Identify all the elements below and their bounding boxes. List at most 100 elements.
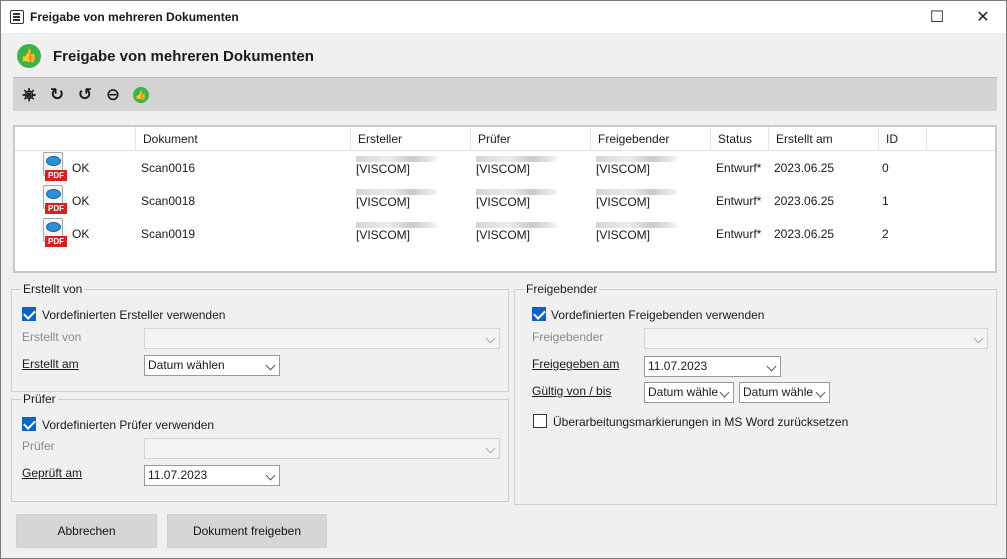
chevron-down-icon	[265, 470, 276, 481]
redacted-name	[356, 189, 436, 195]
row-id: 0	[882, 161, 889, 175]
gueltig-von-datepicker[interactable]: Datum wähle	[644, 382, 734, 403]
approve-icon[interactable]: 👍	[129, 83, 153, 107]
row-freigebender: [VISCOM]	[596, 153, 676, 176]
table-row[interactable]: PDF OK Scan0018 [VISCOM] [VISCOM] [VISCO…	[15, 185, 995, 218]
reset-icon[interactable]: ↺	[73, 83, 97, 107]
ersteller-predefined-checkbox[interactable]	[22, 307, 36, 321]
row-status: Entwurf*	[716, 194, 762, 208]
table-row[interactable]: PDF OK Scan0019 [VISCOM] [VISCOM] [VISCO…	[15, 218, 995, 251]
column-header-dokument[interactable]: Dokument	[135, 127, 350, 151]
approve-document-button[interactable]: Dokument freigeben	[167, 514, 327, 548]
toolbar: ⎈ ↻ ↺ ⊖ 👍	[13, 77, 997, 111]
title-bar: Freigabe von mehreren Dokumenten ☐ ✕	[1, 1, 1006, 33]
page-title: Freigabe von mehreren Dokumenten	[53, 47, 314, 65]
row-erstellt-am: 2023.06.25	[774, 161, 835, 175]
row-pruefer: [VISCOM]	[476, 153, 556, 176]
row-state: OK	[72, 194, 90, 208]
reset-markup-checkbox[interactable]	[533, 414, 547, 428]
erstellt-von-select[interactable]	[144, 328, 500, 349]
row-status: Entwurf*	[716, 227, 762, 241]
erstellt-von-label: Erstellt von	[22, 330, 82, 344]
column-header-ersteller[interactable]: Ersteller	[350, 127, 470, 151]
freigebender-select[interactable]	[644, 328, 988, 349]
table-header: Dokument Ersteller Prüfer Freigebender S…	[15, 127, 995, 151]
freigebender-predefined-checkbox[interactable]	[532, 307, 546, 321]
chevron-down-icon	[485, 333, 496, 344]
redacted-name	[476, 222, 556, 228]
row-pruefer: [VISCOM]	[476, 219, 556, 242]
geprueft-am-label: Geprüft am	[22, 466, 83, 480]
table-row[interactable]: PDF OK Scan0016 [VISCOM] [VISCOM] [VISCO…	[15, 152, 995, 185]
refresh-icon[interactable]: ↻	[45, 83, 69, 107]
documents-table: Dokument Ersteller Prüfer Freigebender S…	[13, 125, 997, 273]
column-header-id[interactable]: ID	[878, 127, 926, 151]
group-erstellt-von: Erstellt von Vordefinierten Ersteller ve…	[11, 282, 509, 392]
page-header: 👍 Freigabe von mehreren Dokumenten	[17, 43, 314, 69]
column-header-state	[15, 127, 135, 151]
column-header-erstellt-am[interactable]: Erstellt am	[768, 127, 878, 151]
row-dokument: Scan0016	[141, 161, 196, 175]
redacted-name	[596, 189, 676, 195]
freigebender-label: Freigebender	[532, 330, 604, 344]
cancel-button[interactable]: Abbrechen	[16, 514, 157, 548]
app-icon	[10, 10, 24, 24]
gueltig-bis-datepicker[interactable]: Datum wähle	[739, 382, 830, 403]
ersteller-predefined-label: Vordefinierten Ersteller verwenden	[42, 308, 226, 322]
redacted-name	[476, 156, 556, 162]
chevron-down-icon	[766, 361, 777, 372]
redacted-name	[356, 156, 436, 162]
gueltig-label: Gültig von / bis	[532, 384, 612, 398]
geprueft-am-datepicker[interactable]: 11.07.2023	[144, 465, 280, 486]
chevron-down-icon	[719, 387, 730, 398]
row-erstellt-am: 2023.06.25	[774, 194, 835, 208]
pdf-icon: PDF	[41, 185, 67, 215]
pruefer-predefined-checkbox[interactable]	[22, 417, 36, 431]
column-header-status[interactable]: Status	[710, 127, 768, 151]
freigegeben-am-datepicker[interactable]: 11.07.2023	[644, 356, 781, 377]
row-freigebender: [VISCOM]	[596, 186, 676, 209]
column-header-freigebender[interactable]: Freigebender	[590, 127, 710, 151]
pruefer-predefined-label: Vordefinierten Prüfer verwenden	[42, 418, 215, 432]
row-pruefer: [VISCOM]	[476, 186, 556, 209]
row-erstellt-am: 2023.06.25	[774, 227, 835, 241]
freigebender-predefined-label: Vordefinierten Freigebenden verwenden	[551, 308, 765, 322]
dialog-window: Freigabe von mehreren Dokumenten ☐ ✕ 👍 F…	[0, 0, 1007, 559]
row-freigebender: [VISCOM]	[596, 219, 676, 242]
row-id: 2	[882, 227, 889, 241]
row-ersteller: [VISCOM]	[356, 186, 436, 209]
freigegeben-am-label: Freigegeben am	[532, 357, 620, 371]
group-pruefer: Prüfer Vordefinierten Prüfer verwenden P…	[11, 392, 509, 502]
row-id: 1	[882, 194, 889, 208]
window-title: Freigabe von mehreren Dokumenten	[30, 10, 239, 24]
chevron-down-icon	[265, 360, 276, 371]
group-title: Prüfer	[21, 392, 58, 406]
redacted-name	[476, 189, 556, 195]
group-freigebender: Freigebender Vordefinierten Freigebenden…	[514, 282, 997, 505]
group-title: Erstellt von	[21, 282, 85, 296]
pdf-icon: PDF	[41, 152, 67, 182]
close-icon[interactable]: ✕	[960, 1, 1006, 33]
erstellt-am-label: Erstellt am	[22, 357, 79, 371]
row-dokument: Scan0019	[141, 227, 196, 241]
row-ersteller: [VISCOM]	[356, 153, 436, 176]
column-header-pruefer[interactable]: Prüfer	[470, 127, 590, 151]
column-header-empty	[926, 127, 995, 151]
redacted-name	[596, 156, 676, 162]
chevron-down-icon	[973, 333, 984, 344]
chevron-down-icon	[815, 387, 826, 398]
erstellt-am-datepicker[interactable]: Datum wählen	[144, 355, 280, 376]
group-title: Freigebender	[524, 282, 600, 296]
remove-icon[interactable]: ⊖	[101, 83, 125, 107]
row-state: OK	[72, 161, 90, 175]
redacted-name	[596, 222, 676, 228]
scan-icon[interactable]: ⎈	[17, 83, 41, 107]
chevron-down-icon	[485, 443, 496, 454]
maximize-icon[interactable]: ☐	[914, 1, 960, 33]
row-dokument: Scan0018	[141, 194, 196, 208]
thumbs-up-green-icon: 👍	[17, 44, 41, 68]
row-status: Entwurf*	[716, 161, 762, 175]
row-ersteller: [VISCOM]	[356, 219, 436, 242]
row-state: OK	[72, 227, 90, 241]
pruefer-select[interactable]	[144, 438, 500, 459]
